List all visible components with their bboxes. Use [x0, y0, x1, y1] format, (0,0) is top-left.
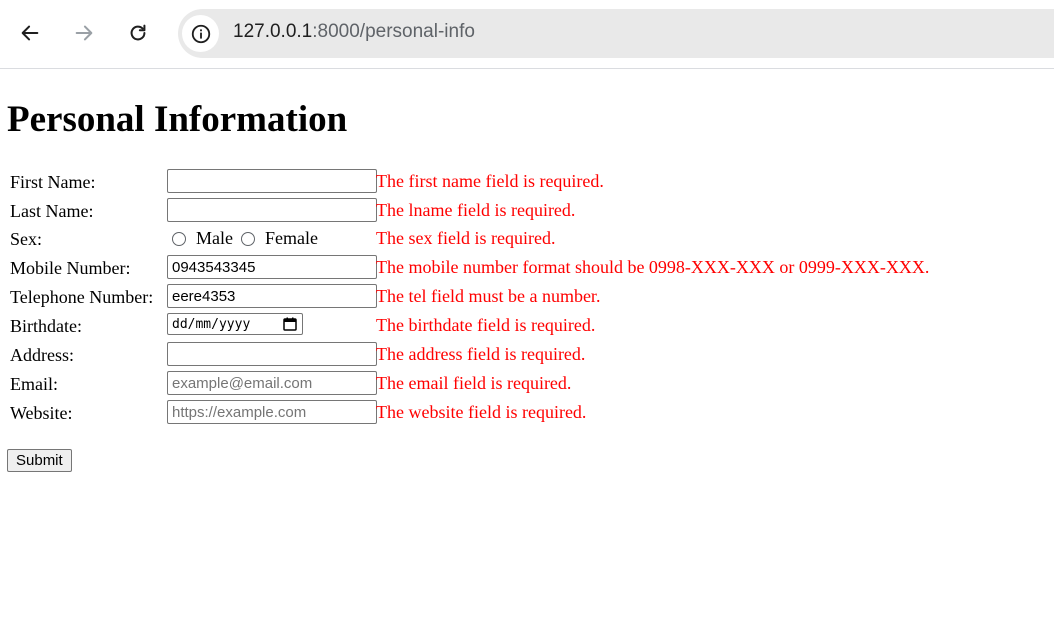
address-input[interactable] — [167, 342, 377, 366]
address-row: Address: The address field is required. — [0, 342, 1054, 368]
first-name-error: The first name field is required. — [376, 171, 604, 191]
website-label: Website: — [10, 403, 73, 423]
website-row: Website: The website field is required. — [0, 400, 1054, 426]
mobile-input[interactable] — [167, 255, 377, 279]
reload-icon — [130, 24, 146, 41]
female-radio-label[interactable]: Female — [265, 228, 318, 249]
calendar-icon[interactable] — [282, 316, 298, 332]
last-name-error: The lname field is required. — [376, 200, 576, 220]
birthdate-input[interactable]: dd/mm/yyyy — [167, 313, 303, 335]
back-button[interactable] — [12, 15, 48, 51]
sex-row: Sex: Male Female The sex field is requir… — [0, 226, 1054, 252]
email-row: Email: The email field is required. — [0, 371, 1054, 397]
url-host: 127.0.0.1 — [233, 21, 313, 42]
last-name-input[interactable] — [167, 198, 377, 222]
first-name-row: First Name: The first name field is requ… — [0, 169, 1054, 195]
forward-arrow-icon — [75, 25, 93, 41]
submit-button[interactable]: Submit — [7, 449, 72, 472]
male-radio[interactable] — [172, 231, 186, 246]
back-arrow-icon — [21, 25, 39, 41]
first-name-input[interactable] — [167, 169, 377, 193]
last-name-label: Last Name: — [10, 201, 94, 221]
page-title: Personal Information — [7, 99, 348, 140]
sex-radio-group: Male Female — [172, 228, 326, 249]
birthdate-row: Birthdate: dd/mm/yyyy The birthdate fiel… — [0, 313, 1054, 339]
male-radio-label[interactable]: Male — [196, 228, 233, 249]
forward-button[interactable] — [66, 15, 102, 51]
site-info-button[interactable] — [182, 15, 219, 52]
website-input[interactable] — [167, 400, 377, 424]
address-bar[interactable]: 127.0.0.1:8000/personal-info — [178, 9, 1054, 58]
address-label: Address: — [10, 345, 74, 365]
first-name-label: First Name: — [10, 172, 96, 192]
sex-error: The sex field is required. — [376, 228, 556, 248]
telephone-input[interactable] — [167, 284, 377, 308]
last-name-row: Last Name: The lname field is required. — [0, 198, 1054, 224]
birthdate-label: Birthdate: — [10, 316, 82, 336]
mobile-label: Mobile Number: — [10, 258, 131, 278]
mobile-error: The mobile number format should be 0998-… — [376, 257, 930, 277]
telephone-row: Telephone Number: The tel field must be … — [0, 284, 1054, 310]
browser-toolbar: 127.0.0.1:8000/personal-info — [0, 0, 1054, 69]
sex-label: Sex: — [10, 229, 43, 249]
birthdate-error: The birthdate field is required. — [376, 315, 596, 335]
email-error: The email field is required. — [376, 373, 572, 393]
reload-button[interactable] — [120, 15, 156, 51]
address-error: The address field is required. — [376, 344, 586, 364]
mobile-row: Mobile Number: The mobile number format … — [0, 255, 1054, 281]
birthdate-placeholder: dd/mm/yyyy — [172, 316, 251, 332]
email-input[interactable] — [167, 371, 377, 395]
url-path: :8000/personal-info — [312, 21, 475, 42]
telephone-error: The tel field must be a number. — [376, 286, 601, 306]
website-error: The website field is required. — [376, 402, 587, 422]
info-icon — [191, 24, 210, 43]
email-label: Email: — [10, 374, 58, 394]
url-text[interactable]: 127.0.0.1:8000/personal-info — [233, 21, 475, 43]
female-radio[interactable] — [240, 231, 255, 246]
telephone-label: Telephone Number: — [10, 287, 154, 307]
